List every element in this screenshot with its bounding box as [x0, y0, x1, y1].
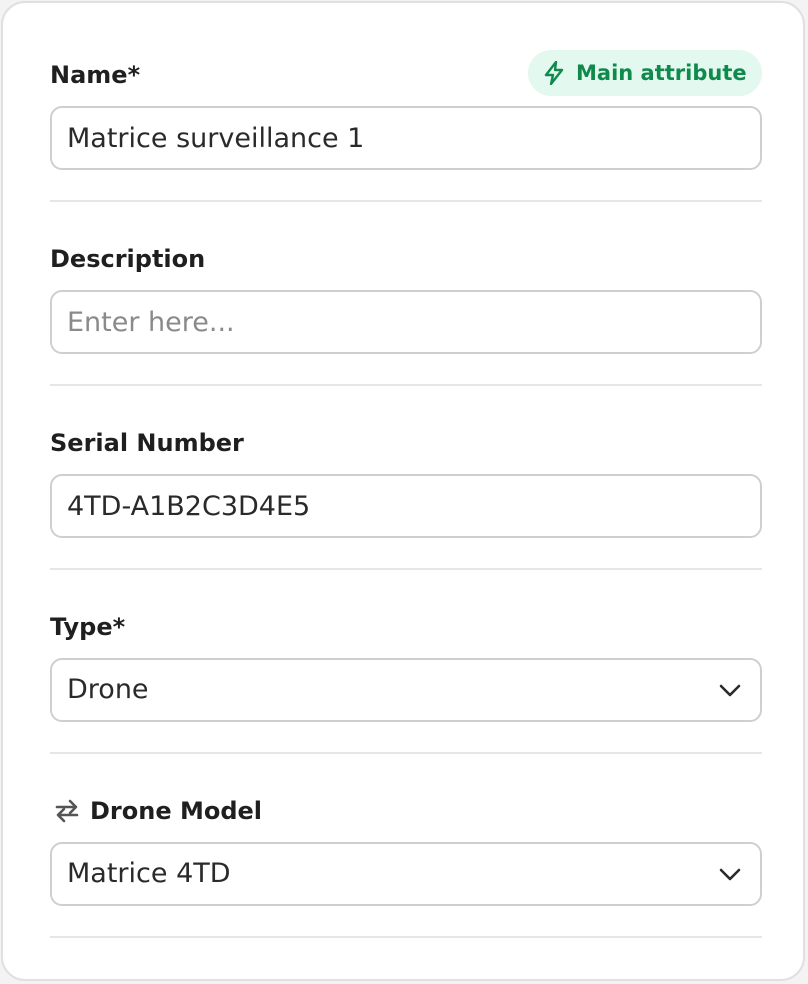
name-label: Name*: [50, 61, 141, 89]
main-attribute-badge-label: Main attribute: [576, 61, 747, 85]
name-input[interactable]: [50, 106, 762, 170]
serial-number-label: Serial Number: [50, 429, 244, 457]
description-input[interactable]: [50, 290, 762, 354]
type-label: Type*: [50, 613, 126, 641]
attribute-form-card: Name* Main attribute Description Serial …: [1, 1, 805, 981]
main-attribute-badge: Main attribute: [528, 50, 762, 96]
serial-number-label-row: Serial Number: [50, 418, 762, 468]
drone-model-label: Drone Model: [90, 797, 263, 825]
lightning-bolt-icon: [544, 61, 564, 85]
type-selected-value: Drone: [67, 674, 149, 705]
serial-number-input[interactable]: [50, 474, 762, 538]
description-divider: [50, 384, 762, 386]
type-label-row: Type*: [50, 602, 762, 652]
description-label: Description: [50, 245, 206, 273]
serial-number-divider: [50, 568, 762, 570]
drone-model-label-row: Drone Model: [50, 786, 762, 836]
name-divider: [50, 200, 762, 202]
drone-model-selected-value: Matrice 4TD: [67, 858, 231, 889]
drone-model-divider: [50, 936, 762, 938]
chevron-down-icon: [719, 868, 741, 881]
name-label-row: Name* Main attribute: [50, 50, 762, 100]
description-label-row: Description: [50, 234, 762, 284]
chevron-down-icon: [719, 684, 741, 697]
swap-arrows-icon: [55, 799, 79, 823]
type-divider: [50, 752, 762, 754]
type-select[interactable]: Drone: [50, 658, 762, 722]
drone-model-select[interactable]: Matrice 4TD: [50, 842, 762, 906]
